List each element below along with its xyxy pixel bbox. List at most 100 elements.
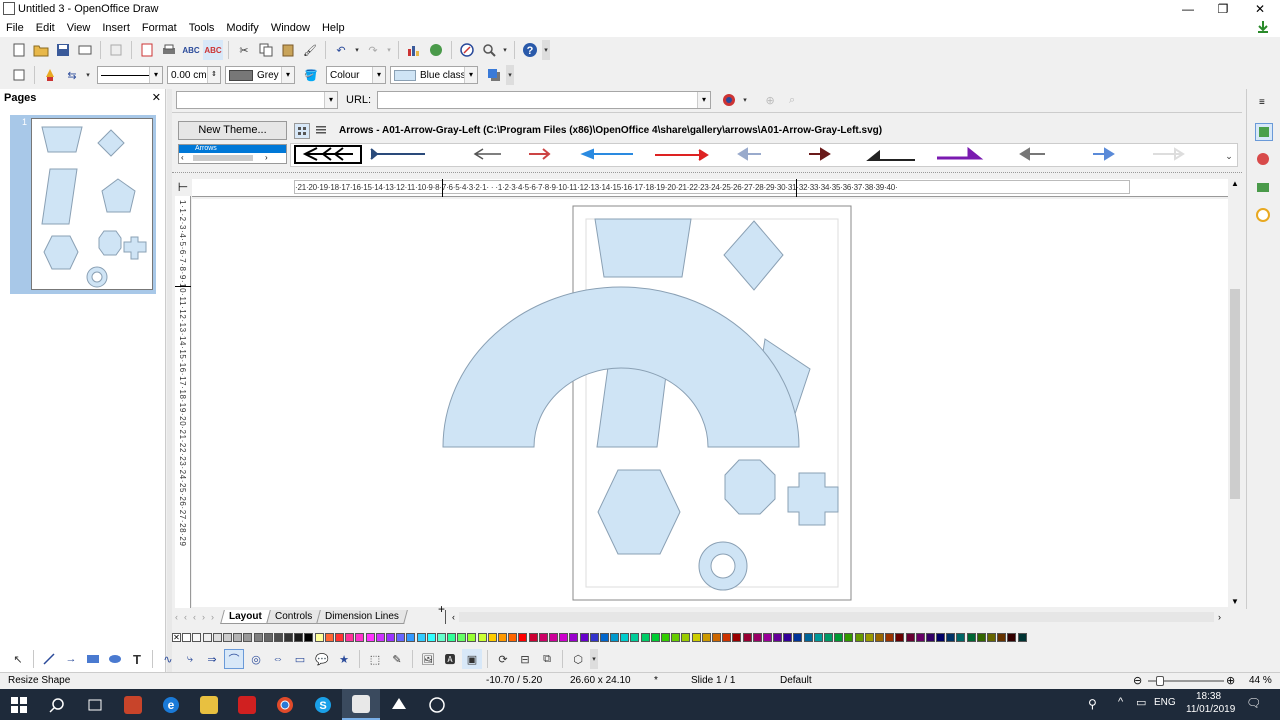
color-swatch[interactable] — [915, 632, 925, 642]
color-swatch[interactable] — [548, 632, 558, 642]
glue-points-icon[interactable]: ✎ — [387, 649, 407, 669]
select-tool-icon[interactable]: ↖ — [8, 649, 28, 669]
tab-nav-icons[interactable]: ‹‹‹›› — [175, 612, 220, 622]
notifications-icon[interactable]: 🗨 — [1246, 696, 1261, 710]
open-folder-icon[interactable] — [31, 40, 51, 60]
new-theme-button[interactable]: New Theme... — [178, 121, 287, 140]
color-swatch[interactable] — [834, 632, 844, 642]
menu-file[interactable]: File — [0, 22, 30, 34]
pages-panel-close-button[interactable]: ✕ — [152, 91, 161, 104]
color-swatch[interactable] — [457, 632, 467, 642]
trapezoid-shape[interactable] — [594, 218, 692, 278]
gallery-deck-icon[interactable] — [1255, 179, 1273, 197]
rotate-icon[interactable]: ⟳ — [493, 649, 513, 669]
color-swatch[interactable] — [345, 632, 355, 642]
color-swatch[interactable] — [263, 632, 273, 642]
color-swatch[interactable] — [385, 632, 395, 642]
color-swatch[interactable] — [885, 632, 895, 642]
color-swatch[interactable] — [650, 632, 660, 642]
callouts-icon[interactable]: 💬 — [312, 649, 332, 669]
menu-format[interactable]: Format — [136, 22, 183, 34]
scrollbar-thumb[interactable] — [1230, 289, 1240, 499]
text-tool-icon[interactable]: T — [127, 649, 147, 669]
color-swatch[interactable] — [752, 632, 762, 642]
color-swatch[interactable] — [946, 632, 956, 642]
zoom-out-button[interactable]: ⊖ — [1133, 674, 1142, 687]
clone-formatting-icon[interactable]: 🖌 — [300, 40, 320, 60]
arc-tool-icon[interactable]: ⌒ — [224, 649, 244, 669]
chrome-browser-icon[interactable] — [266, 689, 304, 720]
color-swatch[interactable] — [722, 632, 732, 642]
insert-hyperlink-icon[interactable]: ⊕ — [760, 90, 780, 110]
stars-icon[interactable]: ★ — [334, 649, 354, 669]
scroll-up-icon[interactable]: ▲ — [1231, 179, 1239, 188]
line-color-select[interactable]: Grey 6 ▾ — [225, 66, 295, 84]
search-web-icon[interactable]: ⌕ — [782, 90, 802, 110]
color-swatch[interactable] — [324, 632, 334, 642]
app-circle-icon[interactable] — [418, 689, 456, 720]
rectangle-tool-icon[interactable] — [83, 649, 103, 669]
color-swatch[interactable] — [253, 632, 263, 642]
menu-modify[interactable]: Modify — [220, 22, 264, 34]
icon-view-icon[interactable] — [294, 123, 310, 139]
gallery-theme-item-arrows[interactable]: Arrows — [179, 145, 286, 153]
hscroll-right-icon[interactable]: › — [1218, 612, 1221, 622]
alignment-icon[interactable]: ⊟ — [515, 649, 535, 669]
ruler-corner-tab-icon[interactable]: ⊢ — [175, 179, 191, 195]
tab-controls[interactable]: Controls — [265, 610, 321, 624]
undo-icon[interactable]: ↶ — [331, 40, 351, 60]
color-swatch[interactable] — [905, 632, 915, 642]
taskbar-time[interactable]: 18:38 — [1196, 691, 1221, 702]
properties-deck-icon[interactable] — [1255, 123, 1273, 141]
color-swatch[interactable] — [620, 632, 630, 642]
lines-arrows-tool-icon[interactable]: ⇒ — [202, 649, 222, 669]
color-swatch[interactable] — [966, 632, 976, 642]
url-input[interactable]: ▾ — [377, 91, 712, 109]
help-icon[interactable]: ? — [520, 40, 540, 60]
object-properties-icon[interactable] — [9, 65, 29, 85]
openoffice-draw-taskbar-icon[interactable] — [342, 689, 380, 720]
color-swatch[interactable] — [579, 632, 589, 642]
arrow-style-dropdown-icon[interactable]: ▾ — [84, 65, 92, 85]
curve-tool-icon[interactable]: ∿ — [158, 649, 178, 669]
connector-tool-icon[interactable]: ⤷ — [180, 649, 200, 669]
pages-panel-splitter[interactable] — [167, 89, 172, 674]
taskbar-date[interactable]: 11/01/2019 — [1186, 704, 1235, 715]
color-swatch[interactable] — [284, 632, 294, 642]
color-swatch[interactable] — [640, 632, 650, 642]
color-swatch[interactable] — [813, 632, 823, 642]
zoom-slider-handle[interactable] — [1156, 676, 1164, 686]
color-swatch[interactable] — [304, 632, 314, 642]
skype-icon[interactable]: S — [304, 689, 342, 720]
color-swatch[interactable] — [467, 632, 477, 642]
fontwork-icon[interactable]: 🅰 — [440, 649, 460, 669]
insert-image-icon[interactable]: 🖼 — [418, 649, 438, 669]
octagon-shape[interactable] — [724, 459, 776, 515]
sidebar-menu-icon[interactable]: ≡ — [1259, 97, 1265, 108]
ellipse-tool-icon[interactable] — [105, 649, 125, 669]
keyboard-language[interactable]: ENG — [1154, 697, 1176, 708]
color-swatch[interactable] — [487, 632, 497, 642]
maximize-button[interactable]: ❐ — [1205, 0, 1241, 18]
menu-insert[interactable]: Insert — [96, 22, 136, 34]
color-swatch[interactable] — [803, 632, 813, 642]
color-swatch[interactable] — [233, 632, 243, 642]
line-icon[interactable] — [40, 65, 60, 85]
color-swatch[interactable] — [925, 632, 935, 642]
color-swatch[interactable] — [671, 632, 681, 642]
color-swatch[interactable] — [997, 632, 1007, 642]
parallelogram-shape[interactable] — [596, 366, 668, 448]
color-swatch[interactable] — [691, 632, 701, 642]
block-arrows-icon[interactable]: ⇔ — [268, 649, 288, 669]
spellcheck-icon[interactable]: ABC — [181, 40, 201, 60]
color-swatch[interactable] — [294, 632, 304, 642]
hyperlink-icon[interactable] — [426, 40, 446, 60]
line-arrow-tool-icon[interactable]: → — [61, 649, 81, 669]
vertical-ruler[interactable]: 1·1·2·3·4·5·6·7·8·9·10·11·12·13·14·15·16… — [175, 196, 191, 608]
download-icon[interactable] — [1250, 20, 1268, 34]
zoom-in-button[interactable]: ⊕ — [1226, 674, 1235, 687]
no-fill-swatch[interactable]: ✕ — [172, 632, 181, 642]
gallery-theme-scrollbar[interactable]: ‹ › — [179, 153, 286, 163]
hyperlink-name-input[interactable]: ▾ — [176, 91, 338, 109]
color-swatch[interactable] — [793, 632, 803, 642]
